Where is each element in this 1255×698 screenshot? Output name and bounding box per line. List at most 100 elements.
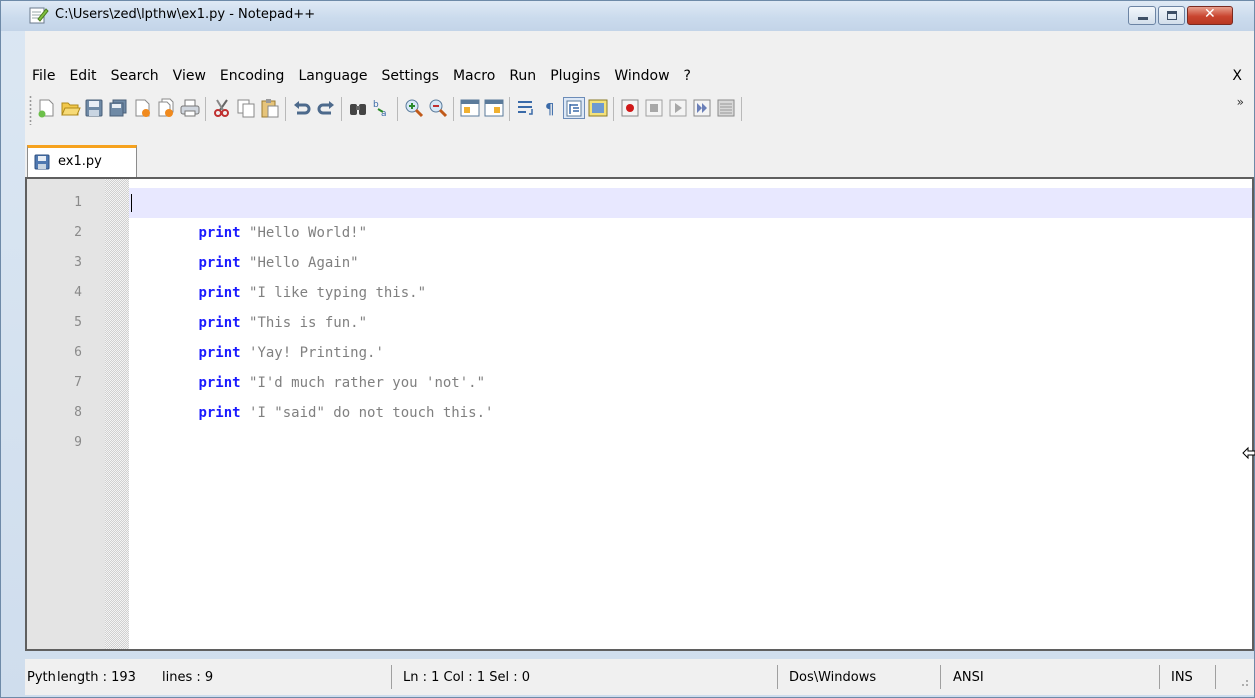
toolbar-separator (397, 97, 398, 121)
menu-plugins[interactable]: Plugins (543, 65, 607, 88)
tab-bar: ex1.py (25, 141, 1254, 177)
tab-label: ex1.py (58, 154, 102, 169)
close-window-button[interactable]: ✕ (1187, 6, 1233, 25)
code-line[interactable]: print 'I "said" do not touch this.' (129, 368, 1252, 421)
menu-settings[interactable]: Settings (375, 65, 446, 88)
line-number: 6 (74, 345, 82, 360)
save-icon[interactable] (83, 97, 105, 119)
toolbar-separator (613, 97, 614, 121)
menu-edit[interactable]: Edit (62, 65, 103, 88)
toolbar-overflow-icon[interactable]: » (1237, 95, 1244, 109)
status-separator (391, 665, 392, 689)
status-position: Ln : 1 Col : 1 Sel : 0 (403, 670, 530, 685)
menu-view[interactable]: View (166, 65, 213, 88)
code-line[interactable]: print "Hello World!" (129, 188, 1252, 241)
svg-text:¶: ¶ (545, 100, 555, 118)
svg-text:b: b (373, 100, 379, 110)
status-lines: lines : 9 (162, 670, 214, 685)
close-icon: ✕ (1204, 6, 1216, 22)
open-file-icon[interactable] (59, 97, 81, 119)
code-line[interactable] (129, 428, 1252, 458)
menu-file[interactable]: File (25, 65, 62, 88)
save-all-icon[interactable] (107, 97, 129, 119)
new-file-icon[interactable] (35, 97, 57, 119)
code-line[interactable]: print "This is fun." (129, 278, 1252, 331)
toolbar-separator (205, 97, 206, 121)
status-separator (1159, 665, 1160, 689)
macro-record-icon[interactable] (619, 97, 641, 119)
close-document-button[interactable]: X (1232, 65, 1242, 88)
code-line[interactable]: print "Hello Again" (129, 218, 1252, 271)
line-number: 7 (74, 375, 82, 390)
status-separator (777, 665, 778, 689)
toolbar-separator (285, 97, 286, 121)
toolbar-grip[interactable] (29, 95, 32, 125)
mouse-pointer-icon (1242, 446, 1255, 460)
cut-icon[interactable] (211, 97, 233, 119)
zoom-out-icon[interactable] (427, 97, 449, 119)
line-number: 3 (74, 255, 82, 270)
minimize-button[interactable] (1128, 6, 1156, 25)
copy-icon[interactable] (235, 97, 257, 119)
saved-file-icon (34, 154, 50, 170)
menu-encoding[interactable]: Encoding (213, 65, 292, 88)
code-area[interactable]: print "Hello World!" print "Hello Again"… (129, 179, 1252, 649)
code-line[interactable]: print 'Yay! Printing.' (129, 308, 1252, 361)
toolbar: ba ¶ » (25, 89, 1254, 129)
title-bar[interactable]: C:\Users\zed\lpthw\ex1.py - Notepad++ ✕ (1, 1, 1254, 31)
line-number: 5 (74, 315, 82, 330)
maximize-button[interactable] (1158, 6, 1185, 25)
word-wrap-icon[interactable] (515, 97, 537, 119)
code-line[interactable]: print "I'd much rather you 'not'." (129, 338, 1252, 391)
resize-grip-icon[interactable] (1237, 673, 1251, 687)
app-window: C:\Users\zed\lpthw\ex1.py - Notepad++ ✕ … (0, 0, 1255, 698)
macro-play-icon[interactable] (667, 97, 689, 119)
status-length: length : 193 (57, 670, 136, 685)
menu-window[interactable]: Window (607, 65, 676, 88)
menu-language[interactable]: Language (291, 65, 374, 88)
menu-bar: File Edit Search View Encoding Language … (25, 65, 1254, 87)
show-all-chars-icon[interactable]: ¶ (539, 97, 561, 119)
maximize-icon (1167, 11, 1177, 20)
status-separator (1215, 665, 1216, 689)
text-caret (131, 194, 132, 212)
menu-run[interactable]: Run (502, 65, 543, 88)
close-file-icon[interactable] (131, 97, 153, 119)
fold-margin[interactable] (105, 179, 129, 649)
code-editor[interactable]: 1 2 3 4 5 6 7 8 9 print "Hello World!" p… (25, 177, 1254, 651)
user-lang-icon[interactable] (587, 97, 609, 119)
macro-stop-icon[interactable] (643, 97, 665, 119)
sync-horizontal-icon[interactable] (483, 97, 505, 119)
line-number: 4 (74, 285, 82, 300)
menu-help[interactable]: ? (677, 65, 698, 88)
window-title: C:\Users\zed\lpthw\ex1.py - Notepad++ (55, 7, 316, 22)
indent-guide-icon[interactable] (563, 97, 585, 119)
line-number: 2 (74, 225, 82, 240)
redo-icon[interactable] (315, 97, 337, 119)
code-line[interactable]: print "I like typing this." (129, 248, 1252, 301)
toolbar-separator (453, 97, 454, 121)
sync-vertical-icon[interactable] (459, 97, 481, 119)
status-eol: Dos\Windows (789, 670, 877, 685)
status-separator (940, 665, 941, 689)
toolbar-separator (509, 97, 510, 121)
line-number: 9 (74, 435, 82, 450)
tab-ex1-py[interactable]: ex1.py (27, 145, 137, 177)
line-number: 1 (74, 195, 82, 210)
toolbar-separator (741, 97, 742, 121)
toolbar-separator (341, 97, 342, 121)
menu-search[interactable]: Search (104, 65, 166, 88)
find-icon[interactable] (347, 97, 369, 119)
zoom-in-icon[interactable] (403, 97, 425, 119)
close-all-icon[interactable] (155, 97, 177, 119)
undo-icon[interactable] (291, 97, 313, 119)
macro-run-multiple-icon[interactable] (691, 97, 713, 119)
print-icon[interactable] (179, 97, 201, 119)
notepad-app-icon (29, 5, 49, 25)
replace-icon[interactable]: ba (371, 97, 393, 119)
paste-icon[interactable] (259, 97, 281, 119)
menu-macro[interactable]: Macro (446, 65, 502, 88)
line-number: 8 (74, 405, 82, 420)
macro-save-icon[interactable] (715, 97, 737, 119)
code-line[interactable] (129, 398, 1252, 428)
